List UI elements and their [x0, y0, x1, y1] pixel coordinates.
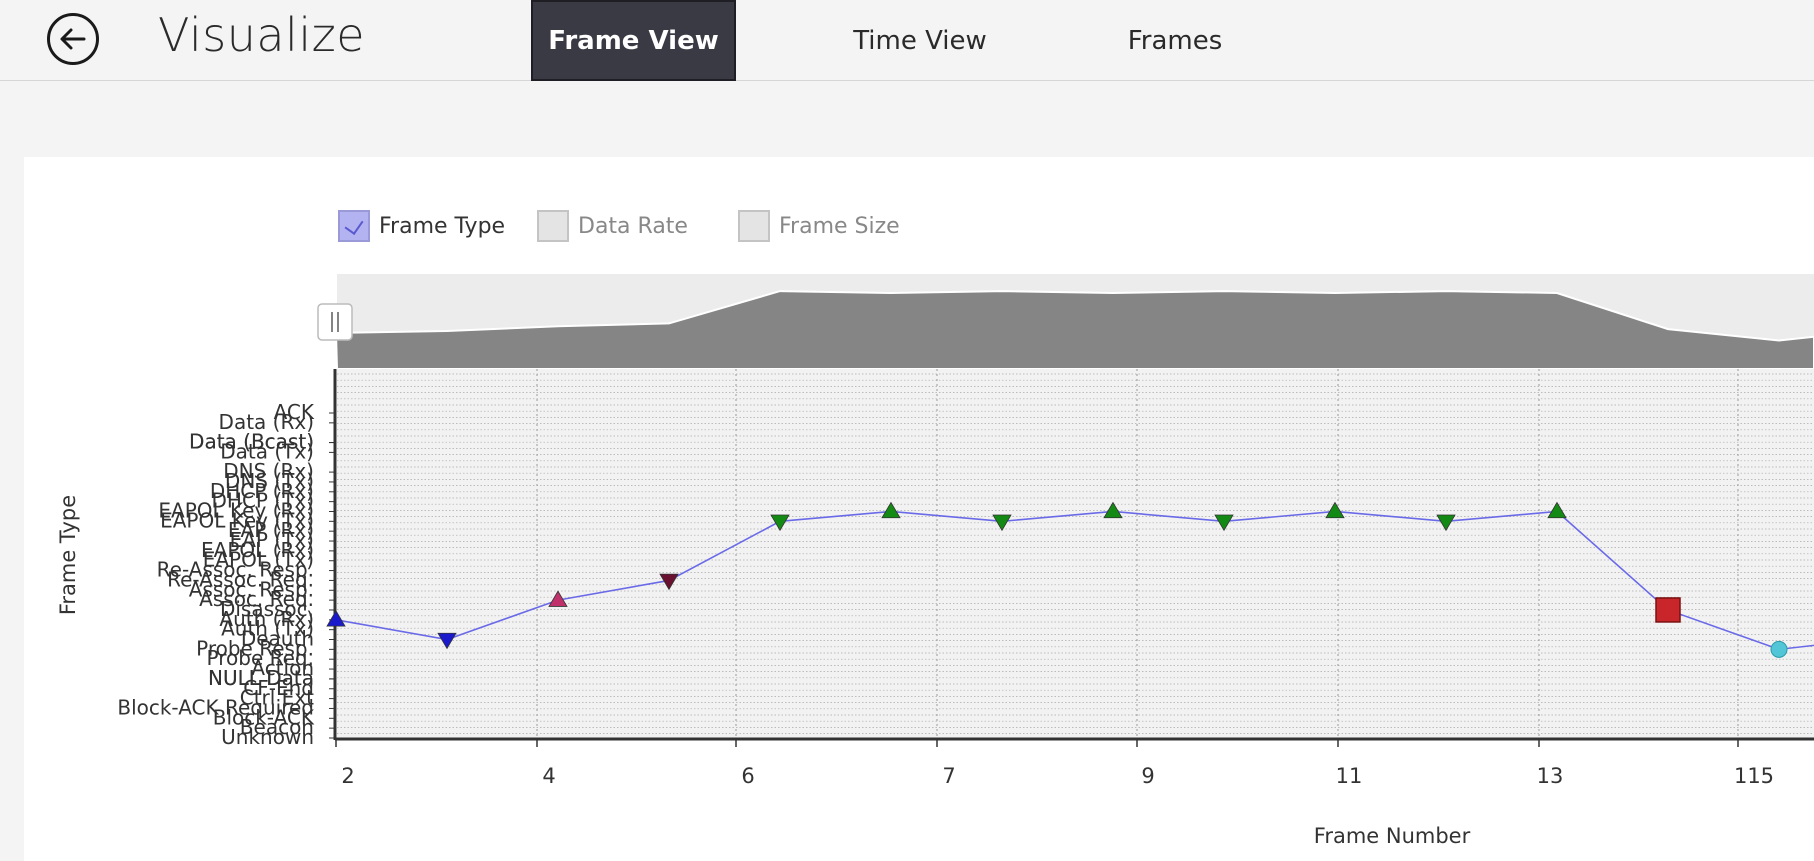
toggle-label: Frame Type: [379, 213, 506, 239]
back-button[interactable]: [47, 13, 99, 65]
chart-card: [24, 157, 1814, 861]
tab-label: Frames: [1127, 25, 1223, 56]
page-title: Visualize: [158, 8, 366, 62]
tab-frames[interactable]: Frames: [1110, 0, 1240, 81]
tab-time-view[interactable]: Time View: [820, 0, 1020, 81]
tab-label: Time View: [853, 25, 987, 56]
frame-type-checkbox[interactable]: [338, 210, 370, 242]
frame-size-checkbox[interactable]: [738, 210, 770, 242]
data-rate-checkbox[interactable]: [537, 210, 569, 242]
arrow-left-icon: [60, 28, 86, 50]
toggle-label: Frame Size: [779, 213, 900, 239]
top-bar: Visualize Frame View Time View Frames: [0, 0, 1814, 81]
data-rate-toggle[interactable]: Data Rate: [537, 209, 688, 243]
tab-label: Frame View: [548, 25, 719, 56]
toggle-label: Data Rate: [578, 213, 688, 239]
frame-type-toggle[interactable]: Frame Type: [338, 209, 505, 243]
frame-size-toggle[interactable]: Frame Size: [738, 209, 900, 243]
tab-frame-view[interactable]: Frame View: [531, 0, 736, 81]
